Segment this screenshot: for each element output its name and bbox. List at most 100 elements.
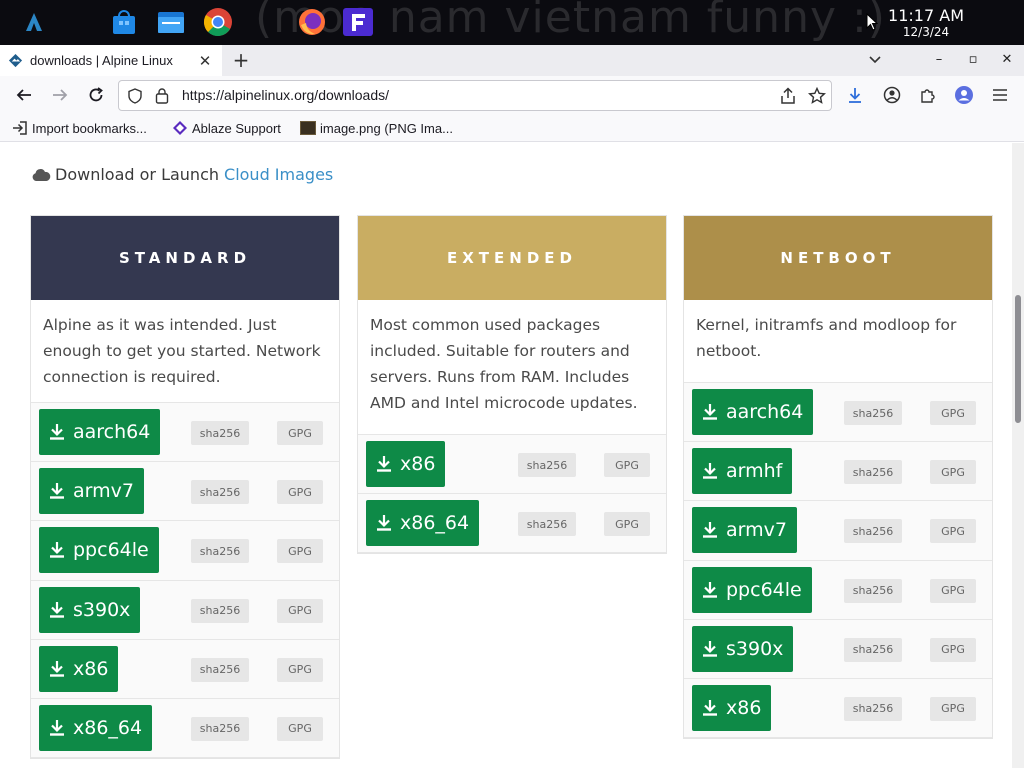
- download-button-s390x[interactable]: s390x: [39, 586, 141, 633]
- profile-button[interactable]: [952, 83, 976, 107]
- gpg-button[interactable]: GPG: [930, 519, 976, 544]
- gpg-button[interactable]: GPG: [604, 512, 650, 537]
- bookmark-ablaze-support[interactable]: Ablaze Support: [172, 119, 281, 137]
- download-button-armhf[interactable]: armhf: [692, 448, 793, 495]
- cloud-images-link[interactable]: Cloud Images: [224, 165, 333, 184]
- gpg-button[interactable]: GPG: [277, 480, 323, 505]
- gpg-button[interactable]: GPG: [930, 460, 976, 485]
- desktop-taskbar: (mon nam vietnam funny :) 11:17 AM 12/3/…: [0, 0, 1024, 45]
- list-all-tabs-chevron-icon[interactable]: [868, 54, 882, 66]
- back-arrow-icon: [16, 89, 31, 101]
- bookmark-label: Import bookmarks...: [32, 120, 147, 136]
- store-icon[interactable]: [108, 6, 140, 38]
- sha256-button[interactable]: sha256: [191, 539, 249, 564]
- sha256-button[interactable]: sha256: [191, 716, 249, 741]
- download-row-aarch64: aarch64 sha256 GPG: [684, 383, 992, 443]
- reload-button[interactable]: [84, 83, 108, 107]
- download-button-armv7[interactable]: armv7: [692, 507, 797, 554]
- sha256-button[interactable]: sha256: [518, 512, 576, 537]
- sha256-button[interactable]: sha256: [844, 401, 902, 425]
- sha256-button[interactable]: sha256: [518, 453, 576, 477]
- sha256-button[interactable]: sha256: [191, 421, 249, 445]
- sha256-button[interactable]: sha256: [191, 480, 249, 505]
- gpg-button[interactable]: GPG: [930, 578, 976, 603]
- download-button-x86[interactable]: x86: [692, 684, 772, 731]
- download-button-aarch64[interactable]: aarch64: [39, 409, 161, 455]
- maximize-window-button[interactable]: ▫: [961, 49, 985, 71]
- download-icon: [703, 581, 717, 598]
- download-column-extended: EXTENDED Most common used packages includ…: [357, 215, 667, 555]
- download-button-ppc64le[interactable]: ppc64le: [39, 527, 159, 574]
- gpg-button[interactable]: GPG: [277, 657, 323, 682]
- browser-nav-bar: https://alpinelinux.org/downloads/: [0, 76, 1024, 114]
- image-thumb-icon: [300, 121, 316, 135]
- gpg-button[interactable]: GPG: [277, 716, 323, 741]
- gpg-button[interactable]: GPG: [604, 453, 650, 477]
- new-tab-button[interactable]: +: [230, 49, 252, 71]
- download-icon: [703, 640, 717, 657]
- page-scrollbar[interactable]: [1012, 143, 1024, 768]
- files-icon[interactable]: [155, 6, 187, 38]
- download-button-label: ppc64le: [73, 539, 149, 562]
- gpg-button[interactable]: GPG: [277, 598, 323, 623]
- download-row-ppc64le: ppc64le sha256 GPG: [684, 560, 992, 620]
- tab-alpine-downloads[interactable]: downloads | Alpine Linux ✕: [0, 45, 222, 76]
- sha256-button[interactable]: sha256: [844, 696, 902, 721]
- url-bar[interactable]: https://alpinelinux.org/downloads/: [118, 80, 832, 111]
- sha256-button[interactable]: sha256: [844, 637, 902, 662]
- bookmark-image-png[interactable]: image.png (PNG Ima...: [300, 119, 453, 137]
- download-icon: [703, 463, 717, 479]
- download-row-aarch64: aarch64 sha256 GPG: [31, 403, 339, 463]
- download-button-x86_64[interactable]: x86_64: [39, 704, 153, 751]
- clock-date: 12/3/24: [902, 25, 950, 39]
- download-button-label: aarch64: [73, 421, 151, 443]
- app-menu-button[interactable]: [988, 83, 1012, 107]
- forward-button[interactable]: [48, 83, 72, 107]
- bookmark-import[interactable]: Import bookmarks...: [12, 119, 147, 137]
- downloads-button[interactable]: [843, 83, 867, 107]
- back-button[interactable]: [12, 83, 36, 107]
- forward-arrow-icon: [53, 89, 68, 101]
- gpg-button[interactable]: GPG: [930, 401, 976, 425]
- tab-close-icon[interactable]: ✕: [196, 52, 214, 70]
- gpg-button[interactable]: GPG: [277, 539, 323, 564]
- sha256-button[interactable]: sha256: [844, 519, 902, 544]
- download-button-label: aarch64: [726, 401, 804, 423]
- download-button-ppc64le[interactable]: ppc64le: [692, 566, 812, 613]
- close-window-button[interactable]: ✕: [995, 49, 1019, 71]
- download-button-label: armv7: [726, 519, 787, 542]
- f-app-icon[interactable]: [342, 6, 374, 38]
- download-button-s390x[interactable]: s390x: [692, 625, 794, 672]
- download-button-x86[interactable]: x86: [366, 441, 446, 487]
- download-button-armv7[interactable]: armv7: [39, 468, 144, 515]
- lock-icon[interactable]: [155, 87, 169, 104]
- sha256-button[interactable]: sha256: [844, 578, 902, 603]
- download-button-label: armv7: [73, 480, 134, 503]
- gpg-button[interactable]: GPG: [930, 696, 976, 721]
- chrome-icon[interactable]: [202, 6, 234, 38]
- bookmark-star-icon[interactable]: [808, 87, 826, 105]
- scrollbar-thumb[interactable]: [1015, 295, 1021, 423]
- gpg-button[interactable]: GPG: [930, 637, 976, 662]
- reload-icon: [89, 87, 103, 102]
- minimize-window-button[interactable]: –: [927, 49, 951, 71]
- system-clock[interactable]: 11:17 AM 12/3/24: [888, 7, 964, 40]
- browser-tab-bar: downloads | Alpine Linux ✕ + – ▫ ✕: [0, 45, 1024, 76]
- url-text[interactable]: https://alpinelinux.org/downloads/: [182, 87, 389, 103]
- download-button-aarch64[interactable]: aarch64: [692, 389, 814, 435]
- firefox-icon[interactable]: [296, 6, 328, 38]
- alpine-logo-icon[interactable]: [18, 6, 50, 38]
- account-button[interactable]: [880, 83, 904, 107]
- sha256-button[interactable]: sha256: [844, 460, 902, 485]
- download-button-x86[interactable]: x86: [39, 645, 119, 692]
- gpg-button[interactable]: GPG: [277, 421, 323, 445]
- sha256-button[interactable]: sha256: [191, 657, 249, 682]
- share-icon[interactable]: [780, 87, 796, 105]
- download-button-x86_64[interactable]: x86_64: [366, 500, 480, 547]
- download-icon: [377, 456, 391, 472]
- sha256-button[interactable]: sha256: [191, 598, 249, 623]
- tracking-shield-icon[interactable]: [127, 88, 143, 104]
- download-icon: [50, 719, 64, 736]
- download-button-label: armhf: [726, 460, 783, 483]
- extensions-button[interactable]: [916, 83, 940, 107]
